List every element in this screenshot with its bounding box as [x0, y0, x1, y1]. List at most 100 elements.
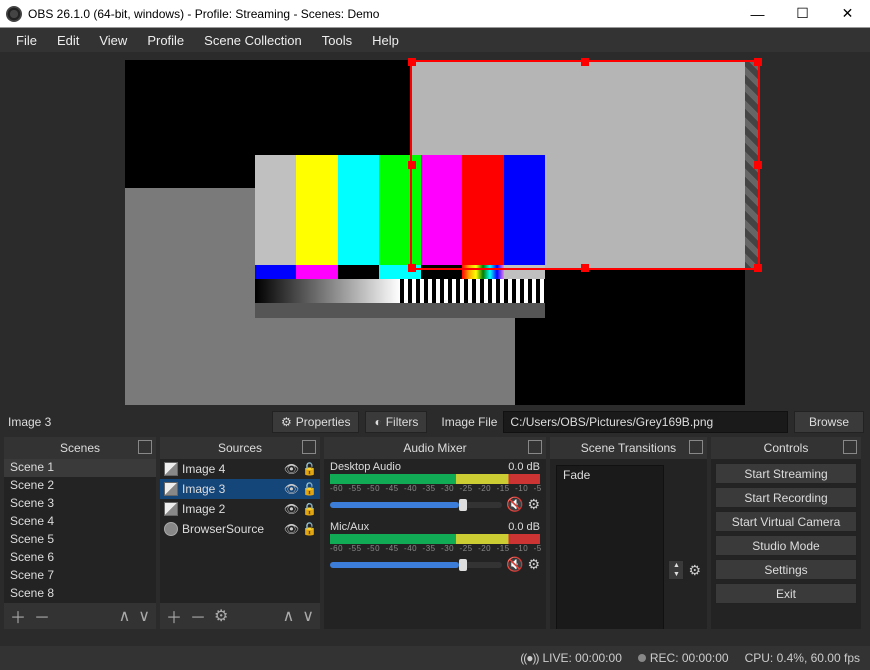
source-label: BrowserSource	[182, 522, 280, 536]
minimize-button[interactable]: —	[735, 0, 780, 28]
mixer-header: Audio Mixer	[324, 437, 546, 459]
sources-header: Sources	[160, 437, 320, 459]
channel-settings-button[interactable]: ⚙	[527, 556, 540, 573]
source-item[interactable]: Image 4 👁 🔓	[160, 459, 320, 479]
live-status: LIVE: 00:00:00	[520, 651, 622, 665]
audio-channel: Mic/Aux0.0 dB-60 -55 -50 -45 -40 -35 -30…	[324, 519, 546, 579]
source-label: Image 4	[182, 462, 280, 476]
scene-item[interactable]: Scene 6	[4, 549, 156, 567]
popout-icon[interactable]	[689, 440, 703, 454]
gear-icon: ⚙	[281, 415, 292, 429]
transition-settings-button[interactable]: ⚙	[688, 562, 701, 579]
volume-slider[interactable]	[330, 502, 502, 508]
source-properties-button[interactable]: ⚙	[214, 606, 228, 626]
settings-button[interactable]: Settings	[715, 559, 857, 580]
remove-scene-button[interactable]: －	[34, 604, 50, 628]
transitions-body: Fade ▲▼ ⚙ Duration 300 ms ▲▼	[550, 459, 707, 629]
source-image4[interactable]	[255, 155, 545, 318]
menu-scene-collection[interactable]: Scene Collection	[194, 31, 312, 50]
audio-mixer-dock: Audio Mixer Desktop Audio0.0 dB-60 -55 -…	[324, 437, 546, 629]
lock-toggle[interactable]: 🔓	[302, 462, 316, 476]
volume-slider[interactable]	[330, 562, 502, 568]
lock-toggle[interactable]: 🔓	[302, 522, 316, 536]
controls-dock: Controls Start StreamingStart RecordingS…	[711, 437, 861, 629]
source-property-bar: Image 3 ⚙ Properties ◐ Filters Image Fil…	[0, 407, 870, 437]
visibility-toggle[interactable]: 👁	[284, 462, 298, 476]
menu-edit[interactable]: Edit	[47, 31, 89, 50]
transition-select[interactable]: Fade	[556, 465, 664, 629]
cpu-status: CPU: 0.4%, 60.00 fps	[745, 651, 860, 665]
move-source-down-button[interactable]: ∨	[302, 606, 314, 626]
record-dot-icon	[638, 654, 646, 662]
start-streaming-button[interactable]: Start Streaming	[715, 463, 857, 484]
scene-item[interactable]: Scene 5	[4, 531, 156, 549]
remove-source-button[interactable]: －	[190, 604, 206, 628]
visibility-toggle[interactable]: 👁	[284, 522, 298, 536]
move-scene-up-button[interactable]: ∧	[119, 606, 131, 626]
visibility-toggle[interactable]: 👁	[284, 502, 298, 516]
properties-button[interactable]: ⚙ Properties	[272, 411, 359, 433]
close-button[interactable]: ✕	[825, 0, 870, 28]
preview-area[interactable]	[0, 52, 870, 407]
transition-spin[interactable]: ▲▼	[668, 560, 684, 580]
scenes-toolbar: ＋ － ∧ ∨	[4, 603, 156, 629]
meter-ticks: -60 -55 -50 -45 -40 -35 -30 -25 -20 -15 …	[330, 544, 540, 553]
source-item[interactable]: BrowserSource 👁 🔓	[160, 519, 320, 539]
lock-toggle[interactable]: 🔓	[302, 482, 316, 496]
preview-canvas[interactable]	[125, 60, 745, 405]
docks-row: Scenes Scene 1Scene 2Scene 3Scene 4Scene…	[0, 437, 870, 629]
sources-list[interactable]: Image 4👁🔓Image 3👁🔓Image 2👁🔒BrowserSource…	[160, 459, 320, 603]
menu-help[interactable]: Help	[362, 31, 409, 50]
out-of-bounds-stripes	[745, 60, 760, 270]
scene-item[interactable]: Scene 2	[4, 477, 156, 495]
start-recording-button[interactable]: Start Recording	[715, 487, 857, 508]
scene-item[interactable]: Scene 7	[4, 567, 156, 585]
move-scene-down-button[interactable]: ∨	[138, 606, 150, 626]
studio-mode-button[interactable]: Studio Mode	[715, 535, 857, 556]
filters-button[interactable]: ◐ Filters	[365, 411, 427, 433]
controls-body: Start Streaming Start Recording Start Virt…	[711, 459, 861, 629]
maximize-button[interactable]: ☐	[780, 0, 825, 28]
channel-level: 0.0 dB	[508, 461, 540, 473]
popout-icon[interactable]	[138, 440, 152, 454]
selected-source-name: Image 3	[6, 415, 266, 429]
popout-icon[interactable]	[528, 440, 542, 454]
add-source-button[interactable]: ＋	[166, 604, 182, 628]
status-bar: LIVE: 00:00:00 REC: 00:00:00 CPU: 0.4%, …	[0, 646, 870, 670]
image-icon	[164, 482, 178, 496]
move-source-up-button[interactable]: ∧	[283, 606, 295, 626]
meter-ticks: -60 -55 -50 -45 -40 -35 -30 -25 -20 -15 …	[330, 484, 540, 493]
vu-meter	[330, 474, 540, 484]
add-scene-button[interactable]: ＋	[10, 604, 26, 628]
popout-icon[interactable]	[302, 440, 316, 454]
mute-button[interactable]: 🔇	[506, 496, 523, 513]
window-title: OBS 26.1.0 (64-bit, windows) - Profile: …	[28, 7, 379, 21]
channel-settings-button[interactable]: ⚙	[527, 496, 540, 513]
menu-file[interactable]: File	[6, 31, 47, 50]
sources-toolbar: ＋ － ⚙ ∧ ∨	[160, 603, 320, 629]
menu-tools[interactable]: Tools	[312, 31, 362, 50]
source-item[interactable]: Image 2 👁 🔒	[160, 499, 320, 519]
mute-button[interactable]: 🔇	[506, 556, 523, 573]
scene-item[interactable]: Scene 4	[4, 513, 156, 531]
scene-item[interactable]: Scene 3	[4, 495, 156, 513]
scene-item[interactable]: Scene 8	[4, 585, 156, 603]
menu-profile[interactable]: Profile	[137, 31, 194, 50]
image-file-path[interactable]: C:/Users/OBS/Pictures/Grey169B.png	[503, 411, 788, 433]
menu-view[interactable]: View	[89, 31, 137, 50]
exit-button[interactable]: Exit	[715, 583, 857, 604]
rec-status: REC: 00:00:00	[638, 651, 729, 665]
source-item[interactable]: Image 3👁🔓	[160, 479, 320, 499]
popout-icon[interactable]	[843, 440, 857, 454]
visibility-toggle[interactable]: 👁	[284, 482, 298, 496]
source-label: Image 2	[182, 502, 280, 516]
image-file-label: Image File	[441, 415, 497, 429]
start-virtual-camera-button[interactable]: Start Virtual Camera	[715, 511, 857, 532]
transitions-header: Scene Transitions	[550, 437, 707, 459]
scenes-dock: Scenes Scene 1Scene 2Scene 3Scene 4Scene…	[4, 437, 156, 629]
scene-item[interactable]: Scene 1	[4, 459, 156, 477]
browse-button[interactable]: Browse	[794, 411, 864, 433]
scenes-list[interactable]: Scene 1Scene 2Scene 3Scene 4Scene 5Scene…	[4, 459, 156, 603]
lock-toggle[interactable]: 🔒	[302, 502, 316, 516]
transitions-dock: Scene Transitions Fade ▲▼ ⚙ Duration 300…	[550, 437, 707, 629]
